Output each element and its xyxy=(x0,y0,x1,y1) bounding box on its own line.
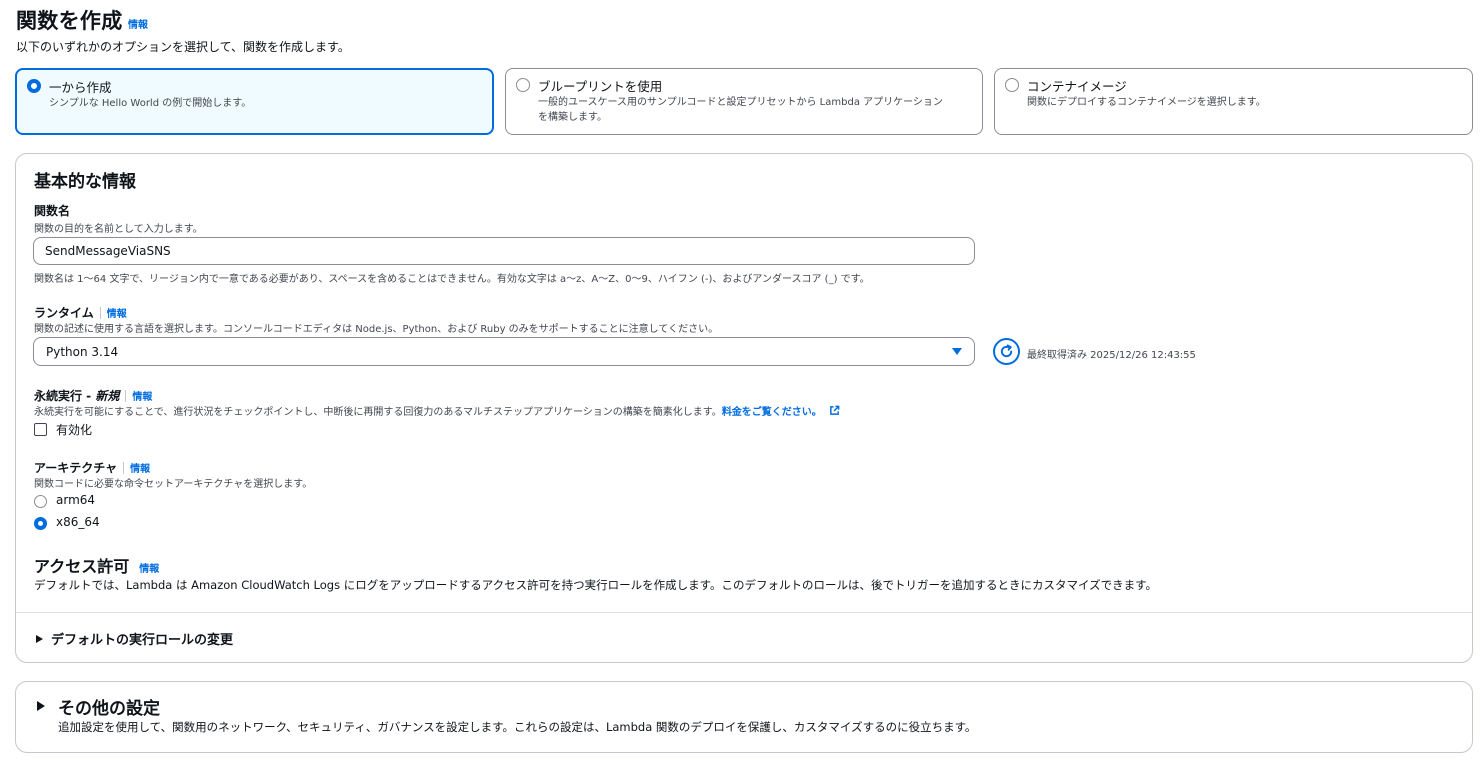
runtime-label-row: ランタイム 情報 xyxy=(34,302,127,321)
architecture-label-row: アーキテクチャ 情報 xyxy=(34,457,150,476)
option-description: 一般的ユースケース用のサンプルコードと設定プリセットから Lambda アプリケ… xyxy=(538,95,943,125)
option-title: ブループリントを使用 xyxy=(538,79,663,94)
durable-info-link[interactable]: 情報 xyxy=(132,392,152,403)
arch-radio-x86-64[interactable] xyxy=(34,517,47,530)
durable-label: 永続実行 - 新規 xyxy=(34,389,119,403)
option-title: コンテナイメージ xyxy=(1027,79,1127,94)
option-description-line2: を構築します。 xyxy=(538,112,607,123)
arch-label-arm64: arm64 xyxy=(56,493,96,507)
option-radio-blueprint[interactable] xyxy=(516,78,530,92)
caret-right-icon xyxy=(37,701,45,711)
other-settings-description: 追加設定を使用して、関数用のネットワーク、セキュリティ、ガバナンスを設定します。… xyxy=(58,720,977,734)
change-default-role-expander[interactable]: デフォルトの実行ロールの変更 xyxy=(36,629,233,648)
option-radio-container[interactable] xyxy=(1005,78,1019,92)
runtime-info-link[interactable]: 情報 xyxy=(107,309,127,320)
permissions-title-row: アクセス許可 情報 xyxy=(34,553,159,577)
option-description: 関数にデプロイするコンテナイメージを選択します。 xyxy=(1027,97,1266,108)
runtime-select-value: Python 3.14 xyxy=(46,345,119,359)
durable-label-main: 永続実行 - xyxy=(34,389,96,403)
function-name-constraint: 関数名は 1〜64 文字で、リージョン内で一意である必要があり、スペースを含める… xyxy=(34,274,870,285)
durable-enable-checkbox[interactable] xyxy=(34,423,47,436)
architecture-info-link[interactable]: 情報 xyxy=(130,464,150,475)
arch-label-x86-64: x86_64 xyxy=(56,515,100,529)
caret-down-icon xyxy=(952,348,962,355)
external-link-icon[interactable] xyxy=(829,405,840,416)
option-description: シンプルな Hello World の例で開始します。 xyxy=(49,98,252,109)
durable-enable-label: 有効化 xyxy=(56,423,93,437)
other-settings-panel[interactable] xyxy=(15,681,1473,753)
permissions-description: デフォルトでは、Lambda は Amazon CloudWatch Logs … xyxy=(34,578,1158,592)
option-author-from-scratch[interactable]: 一から作成 シンプルな Hello World の例で開始します。 xyxy=(15,68,494,135)
label-separator xyxy=(123,461,125,474)
pricing-link[interactable]: 料金をご覧ください。 xyxy=(722,407,822,418)
change-default-role-label: デフォルトの実行ロールの変更 xyxy=(51,633,234,648)
durable-label-row: 永続実行 - 新規 情報 xyxy=(34,385,152,404)
basic-info-title: 基本的な情報 xyxy=(34,172,136,192)
function-name-input[interactable] xyxy=(33,237,975,265)
runtime-select[interactable]: Python 3.14 xyxy=(33,337,975,366)
panel-divider xyxy=(16,612,1472,613)
durable-description: 永続実行を可能にすることで、進行状況をチェックポイントし、中断後に再開する回復力… xyxy=(34,407,722,418)
arch-radio-arm64[interactable] xyxy=(34,495,47,508)
label-separator xyxy=(125,389,127,402)
page-description: 以下のいずれかのオプションを選択して、関数を作成します。 xyxy=(16,40,350,54)
runtime-last-fetched: 最終取得済み 2025/12/26 12:43:55 xyxy=(1027,350,1196,361)
option-title: 一から作成 xyxy=(49,80,112,95)
refresh-icon xyxy=(1000,344,1013,358)
runtime-label: ランタイム xyxy=(34,306,94,320)
runtime-description: 関数の記述に使用する言語を選択します。コンソールコードエディタは Node.js… xyxy=(34,324,719,335)
option-container-image[interactable]: コンテナイメージ 関数にデプロイするコンテナイメージを選択します。 xyxy=(994,68,1473,135)
architecture-description: 関数コードに必要な命令セットアーキテクチャを選択します。 xyxy=(34,479,313,490)
permissions-info-link[interactable]: 情報 xyxy=(139,564,159,575)
architecture-label: アーキテクチャ xyxy=(34,461,118,475)
permissions-title: アクセス許可 xyxy=(34,557,130,576)
function-name-description: 関数の目的を名前として入力します。 xyxy=(34,224,203,235)
option-description-line1: 一般的ユースケース用のサンプルコードと設定プリセットから Lambda アプリケ… xyxy=(538,97,943,108)
durable-label-new: 新規 xyxy=(95,389,120,403)
page-title: 関数を作成 xyxy=(16,9,123,33)
caret-right-icon xyxy=(36,634,43,643)
other-settings-title: その他の設定 xyxy=(58,699,160,719)
durable-description-row: 永続実行を可能にすることで、進行状況をチェックポイントし、中断後に再開する回復力… xyxy=(34,403,840,418)
label-separator xyxy=(99,306,101,319)
function-name-label: 関数名 xyxy=(34,204,71,218)
refresh-runtime-button[interactable] xyxy=(993,338,1020,365)
title-info-link[interactable]: 情報 xyxy=(128,16,148,31)
option-use-blueprint[interactable]: ブループリントを使用 一般的ユースケース用のサンプルコードと設定プリセットから … xyxy=(505,68,983,135)
option-radio-scratch[interactable] xyxy=(27,79,41,93)
